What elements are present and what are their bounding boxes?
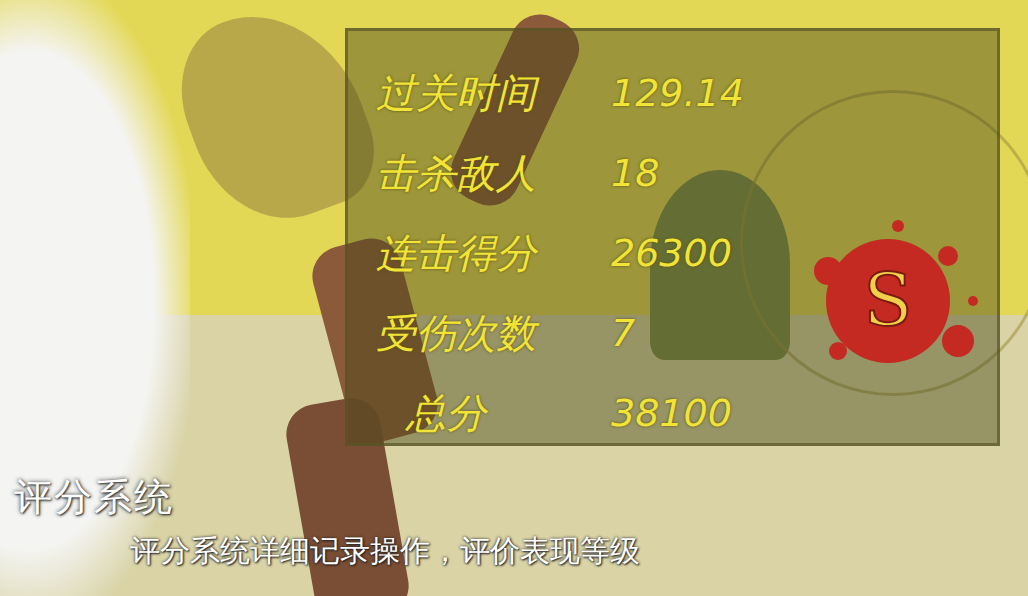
score-value: 38100 (611, 391, 732, 435)
score-value: 129.14 (611, 71, 744, 115)
score-row: 过关时间 129.14 (376, 53, 997, 133)
caption-subtitle: 评分系统详细记录操作，评价表现等级 (130, 531, 640, 572)
caption-title: 评分系统 (14, 472, 640, 523)
score-value: 26300 (611, 231, 732, 275)
video-caption: 评分系统 评分系统详细记录操作，评价表现等级 (14, 472, 640, 572)
score-label: 过关时间 (376, 66, 611, 121)
score-label: 击杀敌人 (376, 146, 611, 201)
game-screen: 过关时间 129.14击杀敌人 18连击得分 26300受伤次数 7总分 381… (0, 0, 1028, 596)
rank-letter: S (863, 259, 912, 343)
score-value: 7 (611, 311, 635, 355)
score-panel: 过关时间 129.14击杀敌人 18连击得分 26300受伤次数 7总分 381… (345, 28, 1000, 446)
score-label: 总分 (376, 386, 611, 441)
score-row: 总分 38100 (376, 373, 997, 453)
score-label: 受伤次数 (376, 306, 611, 361)
rank-badge: S (788, 201, 988, 401)
score-row: 击杀敌人 18 (376, 133, 997, 213)
score-value: 18 (611, 151, 659, 195)
score-label: 连击得分 (376, 226, 611, 281)
